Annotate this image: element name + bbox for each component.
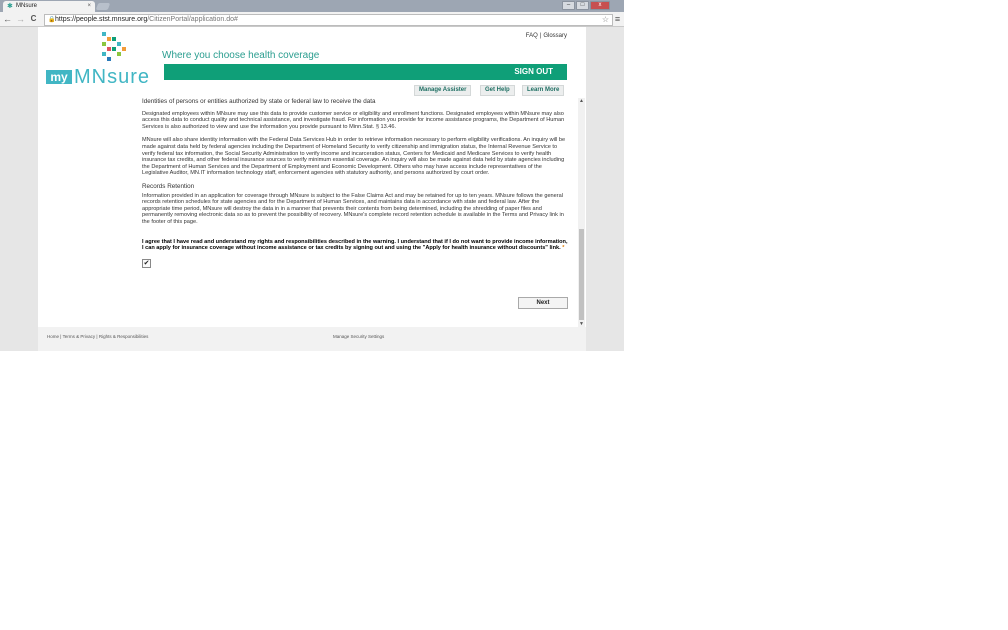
get-help-button[interactable]: Get Help bbox=[480, 85, 515, 96]
address-bar[interactable]: 🔒 https://people.stst.mnsure.org/Citizen… bbox=[44, 14, 613, 26]
required-marker: * bbox=[562, 245, 565, 252]
faq-link[interactable]: FAQ bbox=[526, 33, 538, 39]
close-window-button[interactable]: x bbox=[590, 1, 610, 10]
footer-terms-link[interactable]: Terms & Privacy bbox=[63, 334, 96, 339]
page-viewport: my MNsure Where you choose health covera… bbox=[0, 27, 624, 351]
logo-tile bbox=[122, 47, 126, 51]
logo-tile bbox=[107, 37, 111, 41]
records-retention-heading: Records Retention bbox=[142, 182, 195, 190]
learn-more-button[interactable]: Learn More bbox=[522, 85, 565, 96]
maximize-button[interactable]: □ bbox=[576, 1, 589, 10]
top-links: FAQ | Glossary bbox=[526, 33, 567, 39]
agreement-statement: I agree that I have read and understand … bbox=[142, 239, 568, 252]
forward-arrow-icon[interactable]: → bbox=[15, 13, 26, 25]
back-arrow-icon[interactable]: ← bbox=[2, 13, 13, 25]
bookmark-star-icon[interactable]: ☆ bbox=[602, 15, 609, 25]
footer-separator: | bbox=[60, 334, 62, 339]
content-scrollbar[interactable]: ▲ ▼ bbox=[578, 98, 585, 327]
tab-mnsure[interactable]: ✱ MNsure × bbox=[3, 1, 95, 12]
reload-icon[interactable]: C bbox=[28, 13, 39, 25]
url-path: /CitizenPortal/application.do# bbox=[147, 16, 238, 23]
manage-assister-button[interactable]: Manage Assister bbox=[414, 85, 472, 96]
mnsure-favicon-icon: ✱ bbox=[7, 3, 13, 10]
logo-tile bbox=[107, 47, 111, 51]
glossary-link[interactable]: Glossary bbox=[543, 33, 567, 39]
data-recipients-heading: Identities of persons or entities author… bbox=[142, 98, 376, 105]
footer-separator: | bbox=[96, 334, 98, 339]
tab-title: MNsure bbox=[16, 3, 38, 9]
logo-tile bbox=[112, 47, 116, 51]
minimize-button[interactable]: – bbox=[562, 1, 575, 10]
footer-links: Home | Terms & Privacy | Rights & Respon… bbox=[47, 334, 148, 339]
records-retention-paragraph: Information provided in an application f… bbox=[142, 192, 564, 225]
next-button[interactable]: Next bbox=[518, 297, 568, 309]
designated-employees-paragraph: Designated employees within MNsure may u… bbox=[142, 110, 565, 130]
scrollbar-thumb[interactable] bbox=[579, 229, 584, 320]
footer: Home | Terms & Privacy | Rights & Respon… bbox=[38, 327, 586, 351]
manage-security-settings-link[interactable]: Manage Security Settings bbox=[333, 334, 384, 339]
sign-out-button[interactable]: SIGN OUT bbox=[514, 64, 553, 80]
agreement-checkbox[interactable]: ✔ bbox=[142, 258, 151, 268]
data-services-hub-paragraph: MNsure will also share identity informat… bbox=[142, 137, 566, 177]
logo-wordmark: MNsure bbox=[74, 66, 151, 88]
logo-tile bbox=[102, 42, 106, 46]
footer-rights-link[interactable]: Rights & Responsibilities bbox=[99, 334, 149, 339]
logo-badge: my bbox=[46, 70, 72, 84]
header-banner: SIGN OUT bbox=[164, 64, 567, 80]
new-tab-button[interactable] bbox=[95, 3, 111, 10]
legal-notice: Identities of persons or entities author… bbox=[142, 98, 568, 268]
footer-home-link[interactable]: Home bbox=[47, 334, 59, 339]
logo-tile bbox=[102, 32, 106, 36]
browser-toolbar: ← → C 🔒 https://people.stst.mnsure.org/C… bbox=[0, 12, 624, 27]
page-content: my MNsure Where you choose health covera… bbox=[38, 27, 586, 351]
browser-window: ✱ MNsure × – □ x ← → C 🔒 https://people.… bbox=[0, 0, 624, 351]
tab-close-icon[interactable]: × bbox=[87, 1, 91, 12]
scroll-up-arrow-icon[interactable]: ▲ bbox=[579, 98, 584, 104]
logo-tile bbox=[117, 52, 121, 56]
url-host: https://people.stst.mnsure.org bbox=[55, 16, 148, 23]
url-text: https://people.stst.mnsure.org/CitizenPo… bbox=[55, 15, 238, 25]
menu-icon[interactable]: ≡ bbox=[612, 13, 623, 25]
tab-strip: ✱ MNsure × – □ x bbox=[0, 0, 624, 12]
logo-tile bbox=[102, 52, 106, 56]
mnsure-logo[interactable]: my MNsure bbox=[42, 30, 158, 88]
logo-tile bbox=[112, 37, 116, 41]
logo-tile bbox=[107, 57, 111, 61]
tagline: Where you choose health coverage bbox=[162, 50, 320, 61]
logo-tile bbox=[117, 42, 121, 46]
agreement-text: I agree that I have read and understand … bbox=[142, 238, 568, 252]
